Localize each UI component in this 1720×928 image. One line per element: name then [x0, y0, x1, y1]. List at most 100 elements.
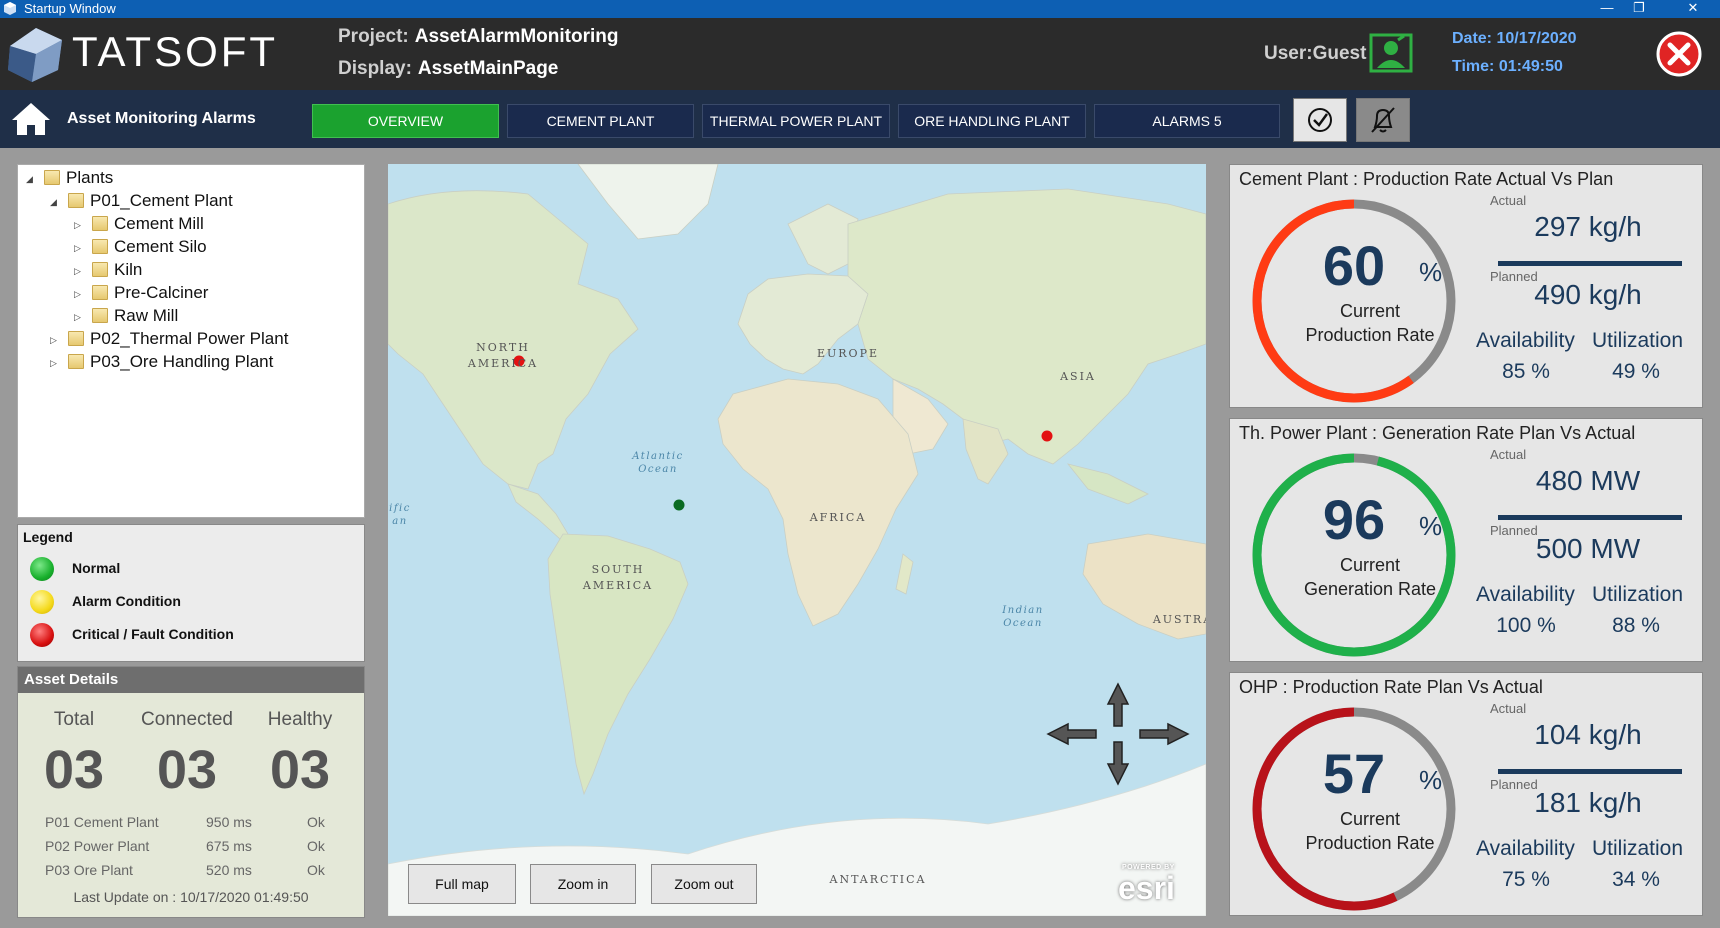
asset-name: P03 Ore Plant — [45, 862, 133, 878]
collapsed-arrow-icon[interactable]: ▷ — [50, 329, 64, 351]
kpi-caption-line1: Current — [1339, 301, 1401, 321]
tree-node-raw-mill[interactable]: ▷ Raw Mill — [74, 305, 178, 327]
esri-logo: POWERED BY esri — [1118, 864, 1198, 908]
asset-latency: 950 ms — [206, 814, 252, 830]
asset-details-title: Asset Details — [18, 667, 364, 693]
window-close-button[interactable]: ✕ — [1670, 0, 1716, 18]
collapsed-arrow-icon[interactable]: ▷ — [74, 283, 88, 305]
exit-icon[interactable] — [1656, 31, 1702, 77]
tree-label: Kiln — [114, 260, 143, 279]
red-dot-icon — [30, 623, 54, 647]
window-title-bar: Startup Window — ❐ ✕ — [0, 0, 1720, 18]
tab-overview[interactable]: OVERVIEW — [312, 104, 499, 138]
tree-label: Plants — [66, 168, 114, 187]
utilization-value: 49 % — [1612, 360, 1660, 383]
asset-marker-normal[interactable] — [673, 499, 685, 511]
tree-label: P01_Cement Plant — [90, 191, 233, 210]
tab-cement-plant[interactable]: CEMENT PLANT — [507, 104, 694, 138]
kpi-title: Cement Plant : Production Rate Actual Vs… — [1239, 169, 1614, 189]
label-pacific-ocean: ific an — [389, 503, 411, 527]
zoom-out-button[interactable]: Zoom out — [651, 864, 757, 904]
tree-label: P03_Ore Handling Plant — [90, 352, 274, 371]
expand-arrow-icon[interactable]: ◢ — [50, 191, 64, 213]
kpi-percent-sign: % — [1419, 765, 1443, 795]
map-canvas[interactable] — [388, 164, 1206, 916]
kpi-caption-line1: Current — [1339, 809, 1401, 829]
project-label: Project: — [338, 26, 409, 47]
yellow-dot-icon — [30, 590, 54, 614]
legend-label: Normal — [72, 560, 121, 576]
collapsed-arrow-icon[interactable]: ▷ — [74, 260, 88, 282]
tree-label: P02_Thermal Power Plant — [90, 329, 289, 348]
restore-button[interactable]: ❐ — [1616, 0, 1662, 18]
kpi-percent-sign: % — [1419, 511, 1443, 541]
actual-value: 297 kg/h — [1534, 211, 1642, 242]
tree-node-cement-mill[interactable]: ▷ Cement Mill — [74, 213, 204, 235]
tree-node-p03[interactable]: ▷ P03_Ore Handling Plant — [50, 351, 273, 373]
kpi-value: 57 — [1322, 742, 1386, 805]
kpi-divider — [1498, 769, 1682, 774]
expand-arrow-icon[interactable]: ◢ — [26, 168, 40, 190]
asset-status: Ok — [307, 862, 325, 878]
utilization-label: Utilization — [1592, 837, 1684, 860]
silence-alarm-button[interactable] — [1356, 98, 1410, 142]
kpi-caption-line2: Generation Rate — [1303, 579, 1437, 599]
tab-ore-handling-plant[interactable]: ORE HANDLING PLANT — [898, 104, 1086, 138]
tree-node-kiln[interactable]: ▷ Kiln — [74, 259, 142, 281]
label-atlantic-ocean: Atlantic Ocean — [632, 451, 684, 475]
tree-node-pre-calciner[interactable]: ▷ Pre-Calciner — [74, 282, 208, 304]
user-icon[interactable] — [1368, 32, 1414, 74]
legend-title: Legend — [23, 529, 73, 545]
nav-bar: Asset Monitoring Alarms OVERVIEW CEMENT … — [0, 90, 1720, 148]
full-map-button[interactable]: Full map — [408, 864, 516, 904]
window-title: Startup Window — [24, 1, 116, 16]
tree-node-cement-silo[interactable]: ▷ Cement Silo — [74, 236, 207, 258]
tab-alarms[interactable]: ALARMS 5 — [1094, 104, 1280, 138]
zoom-in-button[interactable]: Zoom in — [530, 864, 636, 904]
tree-node-plants[interactable]: ◢ Plants — [26, 167, 113, 189]
kpi-panel-cement: Cement Plant : Production Rate Actual Vs… — [1229, 164, 1703, 408]
utilization-label: Utilization — [1592, 329, 1684, 352]
app-header: TATSOFT Project: AssetAlarmMonitoring Dis… — [0, 18, 1720, 90]
collapsed-arrow-icon[interactable]: ▷ — [74, 237, 88, 259]
availability-label: Availability — [1476, 583, 1575, 606]
collapsed-arrow-icon[interactable]: ▷ — [50, 352, 64, 374]
last-update: Last Update on : 10/17/2020 01:49:50 — [73, 889, 309, 905]
actual-value: 104 kg/h — [1534, 719, 1642, 750]
folder-icon — [68, 354, 84, 369]
label-europe: EUROPE — [816, 347, 880, 360]
tree-node-p02[interactable]: ▷ P02_Thermal Power Plant — [50, 328, 288, 350]
tree-node-p01[interactable]: ◢ P01_Cement Plant — [50, 190, 233, 212]
world-map[interactable]: NORTH AMERICA EUROPE ASIA AFRICA SOUTH A… — [388, 164, 1206, 916]
actual-label: Actual — [1490, 447, 1527, 462]
actual-label: Actual — [1490, 193, 1527, 208]
healthy-count: 03 — [269, 740, 331, 800]
tree-label: Raw Mill — [114, 306, 179, 325]
folder-icon — [68, 193, 84, 208]
utilization-value: 88 % — [1612, 614, 1660, 637]
collapsed-arrow-icon[interactable]: ▷ — [74, 306, 88, 328]
label-indian-ocean: Indian Ocean — [1002, 605, 1044, 629]
app-icon — [4, 2, 16, 15]
plant-tree: ◢ Plants ◢ P01_Cement Plant ▷ Cement Mill ▷… — [17, 164, 365, 518]
asset-marker-critical[interactable] — [1041, 430, 1053, 442]
home-icon[interactable] — [10, 100, 52, 138]
availability-value: 100 % — [1496, 614, 1556, 637]
collapsed-arrow-icon[interactable]: ▷ — [74, 214, 88, 236]
project-value: AssetAlarmMonitoring — [414, 26, 619, 47]
folder-icon — [92, 308, 108, 323]
kpi-panel-ohp: OHP : Production Rate Plan Vs Actual 57 … — [1229, 672, 1703, 916]
display-value: AssetMainPage — [417, 58, 559, 79]
kpi-caption-line2: Production Rate — [1305, 325, 1435, 345]
label-australia: AUSTRA — [1152, 613, 1206, 626]
planned-value: 490 kg/h — [1534, 279, 1642, 310]
tab-thermal-power-plant[interactable]: THERMAL POWER PLANT — [702, 104, 890, 138]
total-header: Total — [53, 709, 95, 730]
acknowledge-button[interactable] — [1293, 98, 1347, 142]
connected-header: Connected — [141, 709, 233, 730]
asset-status: Ok — [307, 814, 325, 830]
utilization-value: 34 % — [1612, 868, 1660, 891]
total-count: 03 — [43, 740, 105, 800]
green-dot-icon — [30, 557, 54, 581]
asset-name: P01 Cement Plant — [45, 814, 159, 830]
